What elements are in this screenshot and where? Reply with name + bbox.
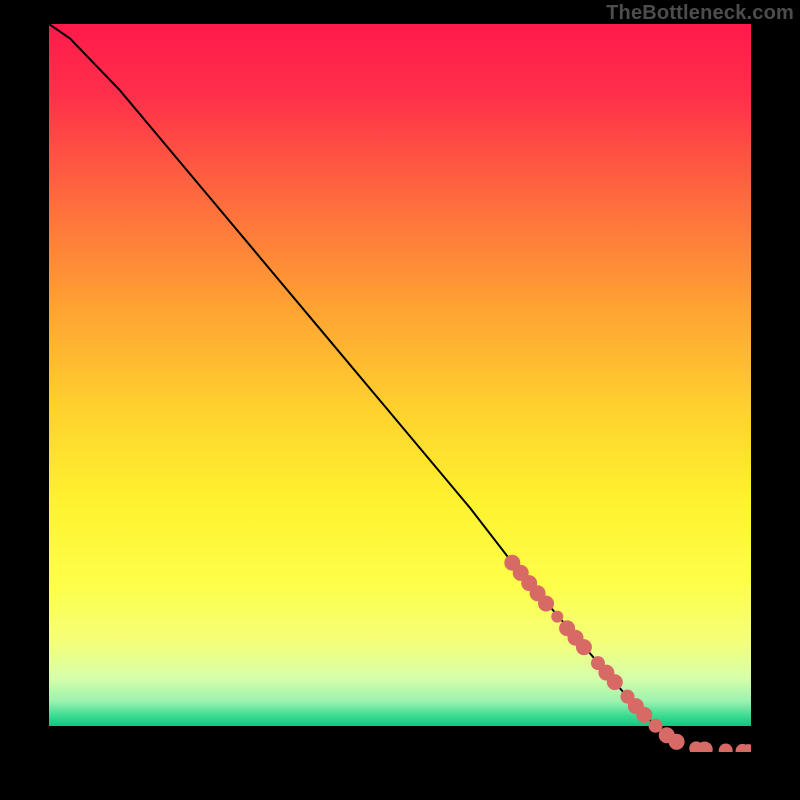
data-marker <box>669 734 685 750</box>
chart-frame: TheBottleneck.com <box>0 0 800 800</box>
data-marker <box>607 674 623 690</box>
curve-markers <box>504 555 751 752</box>
data-marker <box>538 595 554 611</box>
plot-area <box>49 24 751 752</box>
data-marker <box>719 744 733 752</box>
data-marker <box>551 611 563 623</box>
chart-svg <box>49 24 751 752</box>
data-marker <box>576 639 592 655</box>
data-marker <box>636 707 652 723</box>
watermark-text: TheBottleneck.com <box>606 2 794 25</box>
curve-line <box>49 24 747 751</box>
